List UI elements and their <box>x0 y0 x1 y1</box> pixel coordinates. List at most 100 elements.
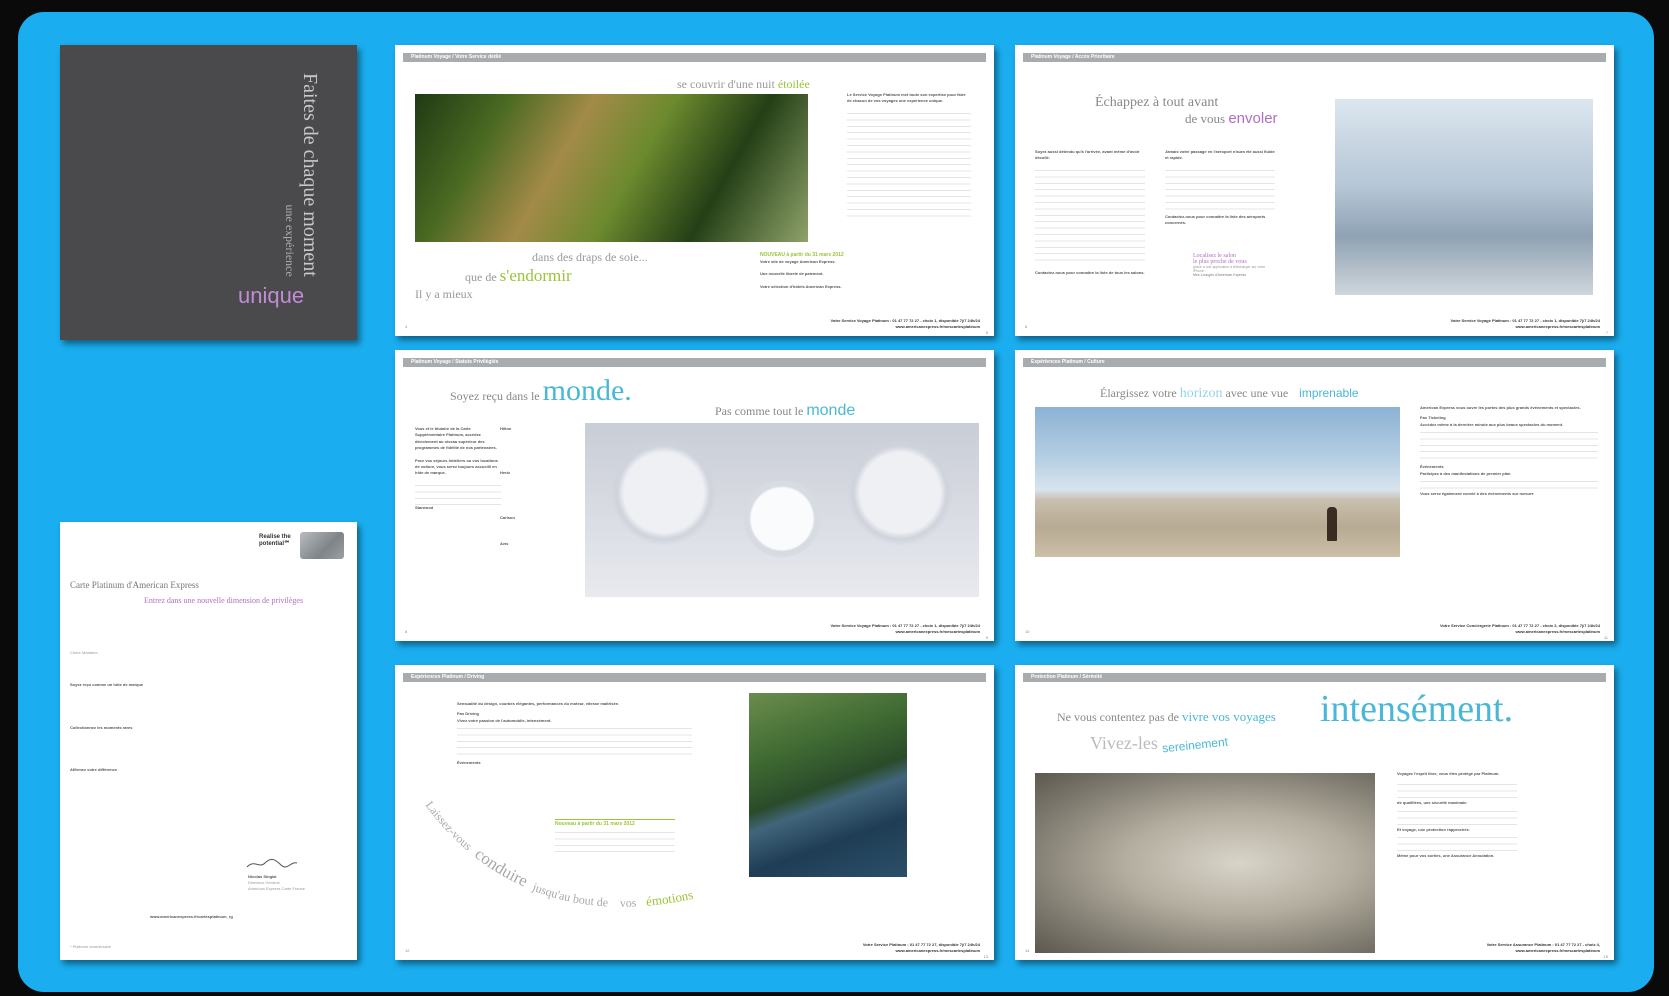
spread-voyage-service: Platinum Voyage / Votre Service dédié se… <box>395 45 994 336</box>
section-header: Platinum Voyage / Votre Service dédié <box>403 53 986 62</box>
page-number-left: 14 <box>1025 948 1030 953</box>
news-heading: NOUVEAU à partir du 31 mars 2012 <box>760 252 844 258</box>
col-bold: Pour vos séjours hôteliers ou vos locati… <box>415 457 498 476</box>
subhead-carlson: Carlson <box>500 514 515 520</box>
side-heading: Le Service Voyage Platinum met toute son… <box>847 92 966 104</box>
news-item-2: Une nouvelle liberté de paiement. <box>760 271 824 277</box>
bold-1: Accédez même à la dernière minute aux pl… <box>1420 421 1564 427</box>
section-header: Platinum Voyage / Accès Prioritaire <box>1023 53 1606 62</box>
cover-subtitle: une expérience <box>283 204 297 277</box>
side-column: American Express vous ouvre les portes d… <box>1420 405 1598 605</box>
cover-emphasis: unique <box>238 283 305 308</box>
buddha-statue-photo <box>1035 773 1375 953</box>
cover-title-block: Faites de chaque moment une expérience <box>282 73 322 277</box>
subhead-hilton: Hilton <box>500 426 512 431</box>
page-number-right: 15 <box>1603 954 1608 959</box>
signature-role: Directeur Général <box>248 880 280 885</box>
curve-word-4: vos <box>620 896 637 910</box>
letter-footnote: * Platinum anniversaire <box>70 944 112 949</box>
footer-url[interactable]: www.americanexpress.fr/mescartesplatinum <box>1487 948 1600 954</box>
headline-line-2: Vivez-les sereinement <box>1090 733 1229 756</box>
footer-url[interactable]: www.americanexpress.fr/mescartesplatinum <box>831 324 980 330</box>
spread-serenite: Protection Platinum / Sérénité Ne vous c… <box>1015 665 1614 960</box>
page-number-left: 4 <box>405 324 408 329</box>
letter-title: Carte Platinum d'American Express <box>70 580 199 590</box>
page-footer: Votre Service Voyage Platinum : 01 47 77… <box>1451 318 1600 330</box>
page-footer: Votre Service Conciergerie Platinum : 01… <box>1440 623 1600 635</box>
signature-company: American Express Carte France <box>248 886 305 891</box>
page-number-right: 13 <box>983 954 988 959</box>
section-header: Platinum Voyage / Statuts Privilégiés <box>403 358 986 367</box>
signature-name: Nicolas Singial <box>248 874 277 879</box>
headline-line-2: Pas comme tout le monde <box>715 402 856 419</box>
news-item-3: Votre sélection d'hôtels American Expres… <box>760 283 842 289</box>
headline-intensement: intensément. <box>1320 688 1514 730</box>
column-2: Hilton Hertz Carlson Avis <box>500 426 580 622</box>
bold-3: Même pour vos sorties, une Assurance Ann… <box>1397 853 1495 859</box>
page-footer: Votre Service Voyage Platinum : 01 47 77… <box>831 318 980 330</box>
spread-culture: Expériences Platinum / Culture Élargisse… <box>1015 350 1614 641</box>
headline-line-1: se couvrir d'une nuit étoilée <box>677 77 810 91</box>
golf-balls-photo <box>585 423 979 597</box>
curve-word-2: conduire <box>471 844 530 890</box>
col2-contact: Contactez-nous pour connaître la liste d… <box>1165 213 1266 226</box>
footer-url[interactable]: www.americanexpress.fr/mescartesplatinum <box>831 629 980 635</box>
column-1: Soyez aussi détendu qu'à l'arrivée, avan… <box>1035 149 1145 299</box>
headline-line-2: de vous envoler <box>1185 110 1278 127</box>
col2-heading: Jamais votre passage en l'aéroport n'aur… <box>1165 149 1275 161</box>
spread-acces-prioritaire: Platinum Voyage / Accès Prioritaire Écha… <box>1015 45 1614 336</box>
letter-heading-3: Affirmez votre différence <box>70 767 118 773</box>
side-column: Le Service Voyage Platinum met toute son… <box>847 92 971 238</box>
signature-scribble <box>245 857 299 871</box>
letter-body: Chère Madame, Soyez reçu comme un hôte d… <box>70 650 340 868</box>
page-number-left: 6 <box>1025 324 1028 329</box>
footer-url[interactable]: www.americanexpress.fr/mescartesplatinum <box>1451 324 1600 330</box>
bold-2: Et voyage, une protection rapprochée. <box>1397 826 1470 832</box>
cellist-figure <box>1327 507 1337 541</box>
side-heading: American Express vous ouvre les portes d… <box>1420 405 1581 410</box>
curve-word-5: émotions <box>645 887 694 909</box>
side-heading: Voyagez l'esprit libre, vous êtes protég… <box>1397 771 1500 776</box>
col1-contact: Contactez-nous pour connaître la liste d… <box>1035 269 1145 275</box>
headline-line-2: dans des draps de soie... <box>532 250 648 264</box>
lounge-line-d: Mes Lounges d'American Express <box>1193 273 1246 277</box>
curve-word-1: Laissez-vous <box>423 798 475 853</box>
curved-tagline: Laissez-vous conduire jusqu'au bout de v… <box>423 798 695 910</box>
page-footer: Votre Service Platinum : 01 47 77 72 27,… <box>863 942 980 954</box>
section-header: Expériences Platinum / Culture <box>1023 358 1606 367</box>
page-number-left: 8 <box>405 629 408 634</box>
bold-1: de qualifiées, une sécurité maximale. <box>1397 800 1468 806</box>
headline-line-4: Il y a mieux <box>415 287 473 301</box>
forest-bridge-photo <box>415 94 808 242</box>
subhead-avis: Avis <box>500 541 509 547</box>
news-box: NOUVEAU à partir du 31 mars 2012 Votre s… <box>760 251 960 307</box>
page-footer: Votre Service Voyage Platinum : 01 47 77… <box>831 623 980 635</box>
card-image <box>300 532 344 559</box>
page-number-right: 7 <box>1605 330 1608 335</box>
spread-driving: Expériences Platinum / Driving Sensualit… <box>395 665 994 960</box>
col1-heading: Soyez aussi détendu qu'à l'arrivée, avan… <box>1035 149 1140 161</box>
airport-lounge-photo <box>1335 99 1593 295</box>
lounge-line-c: grâce à une application à télécharger su… <box>1193 265 1266 273</box>
subhead-starwood: Starwood <box>415 504 434 510</box>
spread-statuts-privilegies: Platinum Voyage / Statuts Privilégiés So… <box>395 350 994 641</box>
bold-2: Participez à des manifestations de premi… <box>1420 470 1511 476</box>
curve-word-3: jusqu'au bout de <box>530 879 609 909</box>
subhead-evenements: Événements <box>1420 464 1444 470</box>
side-column: Voyagez l'esprit libre, vous êtes protég… <box>1397 771 1517 931</box>
cover-page: Faites de chaque moment une expérience u… <box>60 45 357 340</box>
letter-heading-1: Soyez reçu comme un hôte de marque <box>70 682 144 688</box>
footer-url[interactable]: www.americanexpress.fr/mescartesplatinum <box>1440 629 1600 635</box>
footer-url[interactable]: www.americanexpress.fr/mescartesplatinum <box>863 948 980 954</box>
letter-contact[interactable]: www.americanexpress.fr/cartesplatinum_rg <box>150 914 233 919</box>
headline-line-1: Ne vous contentez pas de vivre vos voyag… <box>1057 709 1276 724</box>
cellist-desert-photo <box>1035 407 1400 557</box>
lounge-callout: Localisez le salon le plus proche de vou… <box>1193 253 1273 277</box>
page-number-left: 12 <box>405 948 410 953</box>
letter-page: Realise the potential℠ Carte Platinum d'… <box>60 522 357 960</box>
svg-text:Laissez-vous conduire: Laissez-vous conduire jusqu'au bout de v… <box>423 798 695 910</box>
page-number-left: 10 <box>1025 629 1030 634</box>
column-1: Vous et le titulaire de la Carte Supplém… <box>415 426 501 622</box>
bold-3: Vous serez également convié à des événem… <box>1420 491 1534 497</box>
col-heading: Vous et le titulaire de la Carte Supplém… <box>415 426 497 451</box>
